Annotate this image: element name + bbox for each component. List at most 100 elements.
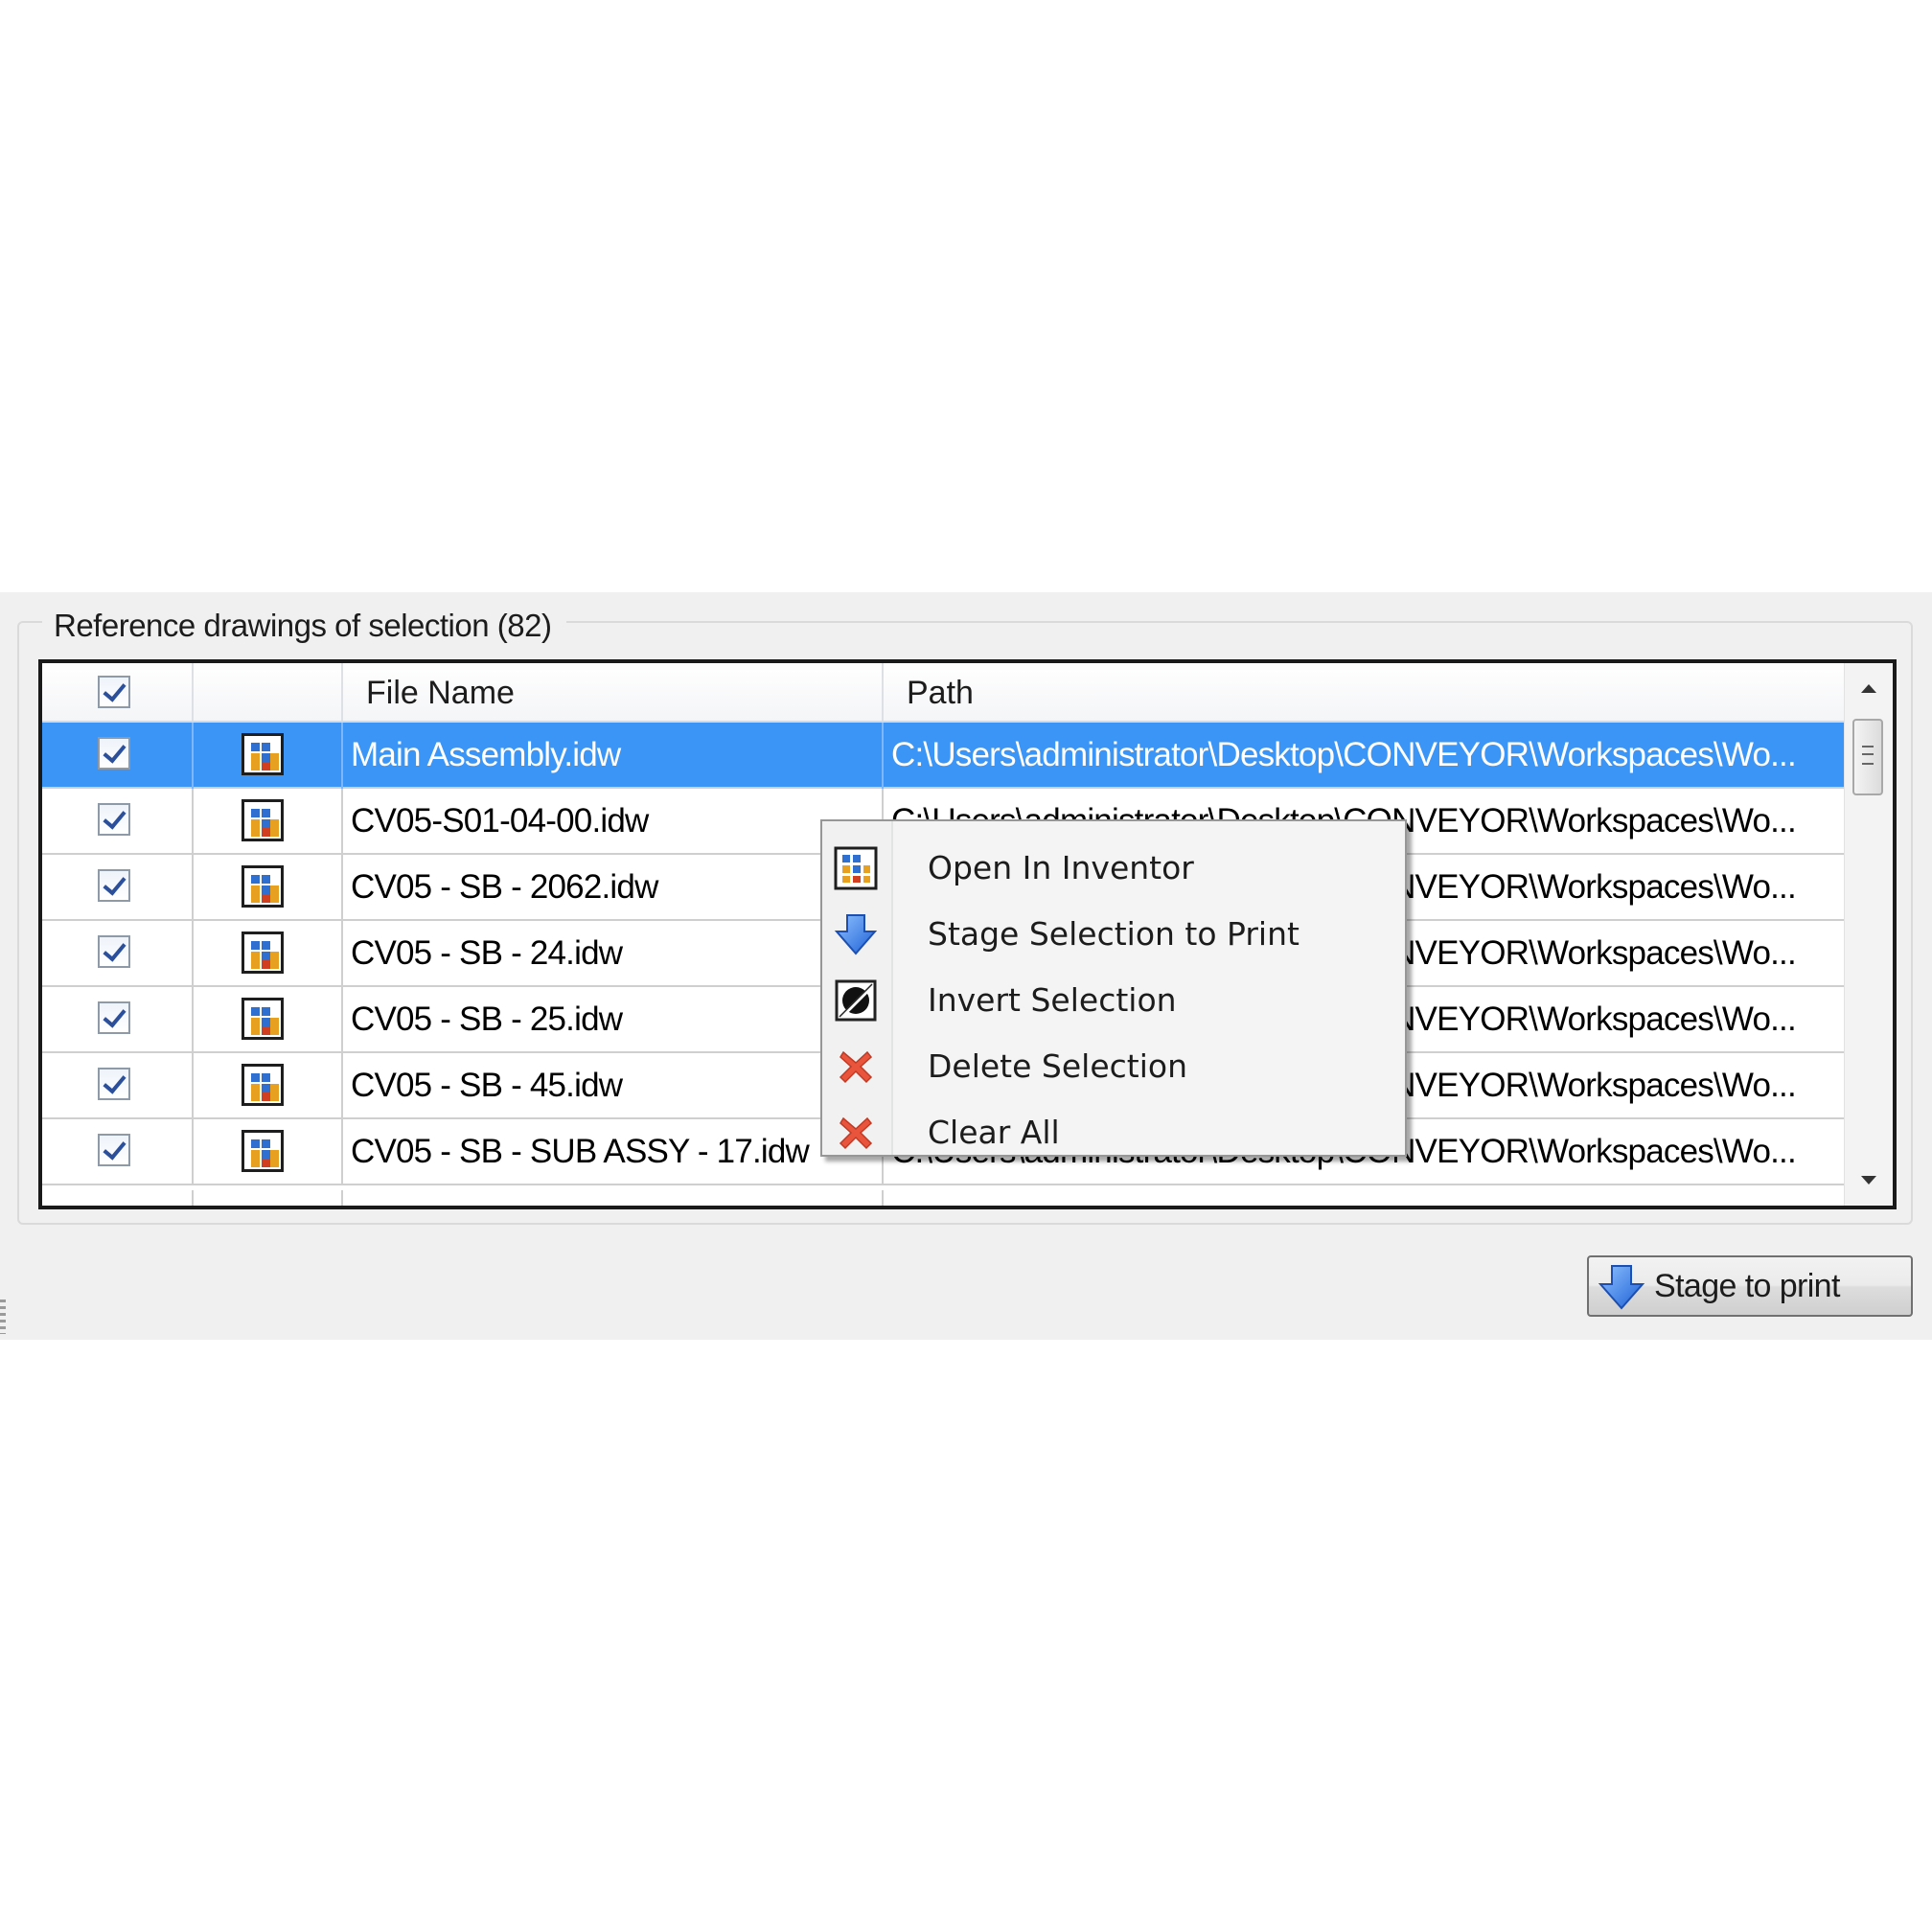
icon-square (262, 819, 270, 828)
row-checkbox[interactable] (98, 1068, 130, 1100)
row-checkbox[interactable] (98, 737, 130, 770)
row-icon-cell (194, 1053, 343, 1119)
header-path[interactable]: Path (884, 663, 1845, 721)
row-check-cell (42, 1119, 194, 1185)
icon-square (251, 1159, 260, 1167)
icon-square (270, 1018, 279, 1026)
inventor-drawing-icon (834, 846, 878, 890)
scroll-thumb[interactable] (1852, 719, 1883, 795)
icon-square (262, 762, 270, 770)
icon-square (251, 894, 260, 903)
icon-square (270, 886, 279, 894)
icon-square (251, 886, 260, 894)
grid-header: File Name Path (42, 663, 1845, 723)
icon-square (251, 809, 260, 817)
icon-square (251, 828, 260, 837)
resize-grip[interactable] (0, 1300, 6, 1334)
file-name-cell: CV05-S01-04-00.idw (343, 789, 884, 855)
header-check-column[interactable] (42, 663, 194, 721)
path-cell: C:\Users\administrator\Desktop\CONVEYOR\… (891, 736, 1797, 773)
icon-square (251, 743, 260, 751)
icon-square (251, 941, 260, 950)
context-menu: Open In Inventor Stage Selection to Prin… (820, 819, 1407, 1157)
icon-square (251, 1073, 260, 1082)
row-check-cell (42, 1053, 194, 1119)
file-name-cell: CV05 - SB - 45.idw (343, 1053, 884, 1119)
menu-item-clear-all[interactable]: Clear All (822, 1099, 1405, 1165)
icon-square (270, 1092, 279, 1101)
icon-square (251, 762, 260, 770)
icon-square (270, 753, 279, 762)
icon-square (270, 762, 279, 770)
stage-to-print-button[interactable]: Stage to print (1587, 1255, 1913, 1317)
inventor-drawing-icon (242, 865, 284, 908)
file-name-cell: CV05 - SB - 25.idw (343, 987, 884, 1053)
icon-square (262, 952, 270, 960)
icon-square (270, 1026, 279, 1035)
icon-square (262, 894, 270, 903)
header-file-name[interactable]: File Name (343, 663, 884, 721)
icon-square (251, 753, 260, 762)
icon-square (251, 875, 260, 884)
header-icon-column[interactable] (194, 663, 343, 721)
icon-square (270, 1159, 279, 1167)
table-row[interactable]: Main Assembly.idw C:\Users\administrator\… (42, 723, 1845, 789)
icon-square (251, 1026, 260, 1035)
scroll-down-arrow-icon[interactable] (1861, 1176, 1876, 1184)
select-all-checkbox[interactable] (98, 676, 130, 708)
icon-square (262, 886, 270, 894)
red-x-icon (839, 1050, 873, 1084)
icon-square (270, 960, 279, 969)
vertical-scrollbar[interactable] (1844, 663, 1893, 1206)
icon-square (262, 1139, 270, 1148)
menu-item-stage-selection-to-print[interactable]: Stage Selection to Print (822, 901, 1405, 967)
row-name-cell (343, 1190, 884, 1206)
row-checkbox[interactable] (98, 869, 130, 902)
inventor-drawing-icon (242, 799, 284, 841)
row-check-cell (42, 789, 194, 855)
stage-to-print-label: Stage to print (1654, 1268, 1840, 1304)
icon-square (251, 819, 260, 828)
icon-square (262, 1018, 270, 1026)
row-checkbox[interactable] (98, 1134, 130, 1166)
blue-down-arrow-icon (1598, 1265, 1645, 1310)
red-x-icon (839, 1116, 873, 1150)
icon-square (262, 1084, 270, 1092)
icon-square (262, 960, 270, 969)
icon-square (251, 952, 260, 960)
icon-square (262, 1092, 270, 1101)
icon-square (262, 1007, 270, 1016)
row-check-cell (42, 1190, 194, 1206)
icon-square (262, 1150, 270, 1159)
icon-square (270, 952, 279, 960)
menu-item-open-in-inventor[interactable]: Open In Inventor (822, 835, 1405, 901)
inventor-drawing-icon (242, 1064, 284, 1106)
menu-item-label: Clear All (928, 1114, 1060, 1151)
menu-item-invert-selection[interactable]: Invert Selection (822, 967, 1405, 1033)
icon-square (251, 1150, 260, 1159)
scroll-up-arrow-icon[interactable] (1861, 684, 1876, 693)
icon-square (270, 819, 279, 828)
row-icon-cell (194, 789, 343, 855)
icon-square (270, 894, 279, 903)
row-checkbox[interactable] (98, 803, 130, 836)
icon-square (262, 828, 270, 837)
row-icon-cell (194, 987, 343, 1053)
menu-item-label: Open In Inventor (928, 849, 1194, 886)
menu-item-label: Delete Selection (928, 1047, 1187, 1085)
table-row-partial[interactable] (42, 1190, 1845, 1206)
menu-item-delete-selection[interactable]: Delete Selection (822, 1033, 1405, 1099)
row-checkbox[interactable] (98, 1001, 130, 1034)
row-icon-cell (194, 921, 343, 987)
row-check-cell (42, 723, 194, 789)
group-title: Reference drawings of selection (82) (42, 608, 567, 644)
icon-square (251, 1007, 260, 1016)
row-icon-cell (194, 1119, 343, 1185)
row-checkbox[interactable] (98, 935, 130, 968)
icon-square (262, 809, 270, 817)
inventor-drawing-icon (242, 1130, 284, 1172)
inventor-drawing-icon (242, 733, 284, 775)
icon-square (262, 1159, 270, 1167)
blue-down-arrow-icon (834, 914, 878, 955)
row-check-cell (42, 855, 194, 921)
